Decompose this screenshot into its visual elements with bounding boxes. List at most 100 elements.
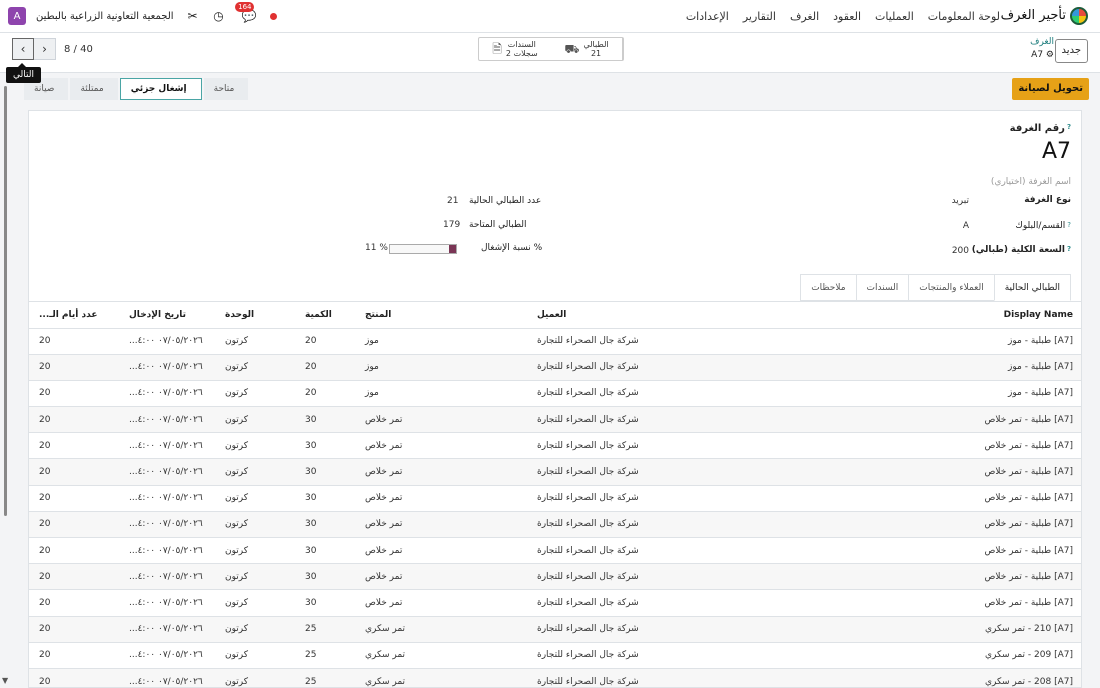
menu-reports[interactable]: التقارير (743, 10, 776, 23)
app-name[interactable]: تأجير الغرف (1001, 8, 1066, 23)
pager-previous-button[interactable]: › (34, 38, 56, 60)
chevron-left-icon: ‹ (20, 42, 26, 56)
column-header-customer[interactable]: العميل (527, 302, 813, 329)
table-row[interactable]: [A7] طبلية - موز شركة جال الصحراء للتجارة… (29, 354, 1081, 381)
menu-rooms[interactable]: الغرف (790, 10, 819, 23)
table-row[interactable]: [A7] طبلية - تمر خلاص شركة جال الصحراء لل… (29, 537, 1081, 565)
unit-cell: كرتون (215, 668, 295, 687)
unit-cell: كرتون (215, 563, 295, 591)
clock-icon[interactable]: ◷ (212, 9, 226, 23)
product-cell: تمر سكري (355, 642, 527, 669)
table-row[interactable]: [A7] طبلية - موز شركة جال الصحراء للتجارة… (29, 328, 1081, 355)
storage-days-cell: 20 (29, 380, 119, 408)
product-cell: تمر سكري (355, 616, 527, 643)
display-name-cell: [A7] طبلية - موز (813, 354, 1081, 381)
user-avatar[interactable]: A (8, 7, 26, 25)
app-logo-icon[interactable] (1070, 7, 1088, 25)
table-row[interactable]: [A7] طبلية - موز شركة جال الصحراء للتجارة… (29, 380, 1081, 408)
smart-button-pallets[interactable]: ⛟ الطبالي 21 (551, 38, 623, 60)
help-icon[interactable]: ? (1067, 221, 1071, 229)
capacity-value[interactable]: 200 (952, 246, 969, 256)
gear-icon[interactable]: ⚙ (1046, 50, 1054, 60)
quantity-cell: 30 (295, 537, 355, 565)
column-header-product[interactable]: المنتج (355, 302, 527, 329)
room-number-label-text: رقم الغرفة (1009, 123, 1065, 134)
column-header-storage-days[interactable]: عدد أيام الـ... (29, 302, 119, 329)
occupancy-label: نسبة الإشغال % (481, 243, 543, 253)
quantity-cell: 30 (295, 589, 355, 617)
table-row[interactable]: [A7] طبلية - تمر خلاص شركة جال الصحراء لل… (29, 432, 1081, 460)
entry-date-cell: ٠٧/٠٥/٢٠٢٦ ٤:٠٠... (119, 328, 215, 355)
tools-icon[interactable]: ✂ (186, 9, 200, 23)
smart-button-documents-text: السندات 2 سجلات (506, 40, 538, 58)
display-name-cell: [A7] 209 - تمر سكري (813, 642, 1081, 669)
display-name-cell: [A7] 210 - تمر سكري (813, 616, 1081, 643)
company-name[interactable]: الجمعية التعاونية الزراعية بالبطين (36, 11, 174, 22)
unit-cell: كرتون (215, 354, 295, 381)
tab-notes[interactable]: ملاحظات (800, 274, 857, 301)
help-icon[interactable]: ? (1067, 245, 1071, 253)
table-row[interactable]: [A7] طبلية - تمر خلاص شركة جال الصحراء لل… (29, 511, 1081, 539)
table-row[interactable]: [A7] 208 - تمر سكري شركة جال الصحراء للتج… (29, 668, 1081, 687)
messages-icon[interactable]: 💬 164 (235, 2, 256, 23)
maintenance-button[interactable]: تحويل لصيانة (1012, 78, 1089, 100)
menu-contracts[interactable]: العقود (833, 10, 861, 23)
status-partial[interactable]: إشغال جزئي (119, 78, 202, 100)
pager: ‹ › 8 / 40 (12, 38, 93, 60)
help-icon[interactable]: ? (1067, 123, 1071, 131)
pager-next-button[interactable]: ‹ (12, 38, 34, 60)
smart-button-documents[interactable]: 🗎 السندات 2 سجلات (479, 38, 551, 60)
main-menu: لوحة المعلومات العمليات العقود الغرف الت… (686, 10, 1000, 23)
table-row[interactable]: [A7] 210 - تمر سكري شركة جال الصحراء للتج… (29, 616, 1081, 643)
menu-operations[interactable]: العمليات (875, 10, 914, 23)
product-cell: تمر خلاص (355, 485, 527, 512)
section-value[interactable]: A (963, 221, 969, 231)
storage-days-cell: 20 (29, 328, 119, 355)
scroll-down-icon[interactable]: ▼ (2, 676, 8, 685)
entry-date-cell: ٠٧/٠٥/٢٠٢٦ ٤:٠٠... (119, 458, 215, 486)
customer-cell: شركة جال الصحراء للتجارة (527, 668, 813, 687)
customer-cell: شركة جال الصحراء للتجارة (527, 511, 813, 539)
table-row[interactable]: [A7] 209 - تمر سكري شركة جال الصحراء للتج… (29, 642, 1081, 669)
document-icon: 🗎 (492, 41, 502, 56)
room-number-field[interactable]: A7 (1042, 139, 1071, 164)
tab-clients-products[interactable]: العملاء والمنتجات (908, 274, 995, 301)
status-available[interactable]: متاحة (203, 78, 249, 100)
column-header-entry-date[interactable]: تاريخ الإدخال (119, 302, 215, 329)
status-bar: متاحة إشغال جزئي ممتلئة صيانة (22, 78, 249, 100)
display-name-cell: [A7] طبلية - تمر خلاص (813, 458, 1081, 486)
new-button[interactable]: جديد (1054, 39, 1088, 63)
unit-cell: كرتون (215, 432, 295, 460)
menu-settings[interactable]: الإعدادات (686, 10, 729, 23)
display-name-cell: [A7] طبلية - تمر خلاص (813, 432, 1081, 460)
product-cell: موز (355, 328, 527, 355)
status-full[interactable]: ممتلئة (70, 78, 118, 100)
documents-value: 2 سجلات (505, 49, 538, 58)
column-header-quantity[interactable]: الكمية (295, 302, 355, 329)
tab-documents[interactable]: السندات (855, 274, 910, 301)
entry-date-cell: ٠٧/٠٥/٢٠٢٦ ٤:٠٠... (119, 616, 215, 643)
scrollbar[interactable] (4, 86, 7, 516)
entry-date-cell: ٠٧/٠٥/٢٠٢٦ ٤:٠٠... (119, 563, 215, 591)
table-row[interactable]: [A7] طبلية - تمر خلاص شركة جال الصحراء لل… (29, 589, 1081, 617)
column-header-unit[interactable]: الوحدة (215, 302, 295, 329)
storage-days-cell: 20 (29, 485, 119, 512)
display-name-cell: [A7] طبلية - تمر خلاص (813, 563, 1081, 591)
room-name-input[interactable]: اسم الغرفة (اختياري) (991, 177, 1071, 187)
breadcrumb-current: A7 ⚙ (1031, 50, 1054, 60)
table-row[interactable]: [A7] طبلية - تمر خلاص شركة جال الصحراء لل… (29, 485, 1081, 512)
customer-cell: شركة جال الصحراء للتجارة (527, 563, 813, 591)
breadcrumb-parent[interactable]: الغرف (1030, 37, 1054, 47)
menu-dashboard[interactable]: لوحة المعلومات (928, 10, 1000, 23)
top-navbar: تأجير الغرف لوحة المعلومات العمليات العق… (0, 0, 1100, 33)
table-row[interactable]: [A7] طبلية - تمر خلاص شركة جال الصحراء لل… (29, 406, 1081, 434)
table-row[interactable]: [A7] طبلية - تمر خلاص شركة جال الصحراء لل… (29, 458, 1081, 486)
room-type-value[interactable]: تبريد (952, 196, 969, 206)
product-cell: تمر خلاص (355, 406, 527, 434)
entry-date-cell: ٠٧/٠٥/٢٠٢٦ ٤:٠٠... (119, 511, 215, 539)
table-row[interactable]: [A7] طبلية - تمر خلاص شركة جال الصحراء لل… (29, 563, 1081, 591)
column-header-display-name[interactable]: Display Name (813, 302, 1081, 329)
tab-current-pallets[interactable]: الطبالي الحالية (993, 274, 1071, 301)
entry-date-cell: ٠٧/٠٥/٢٠٢٦ ٤:٠٠... (119, 537, 215, 565)
pager-value[interactable]: 8 / 40 (64, 44, 93, 55)
